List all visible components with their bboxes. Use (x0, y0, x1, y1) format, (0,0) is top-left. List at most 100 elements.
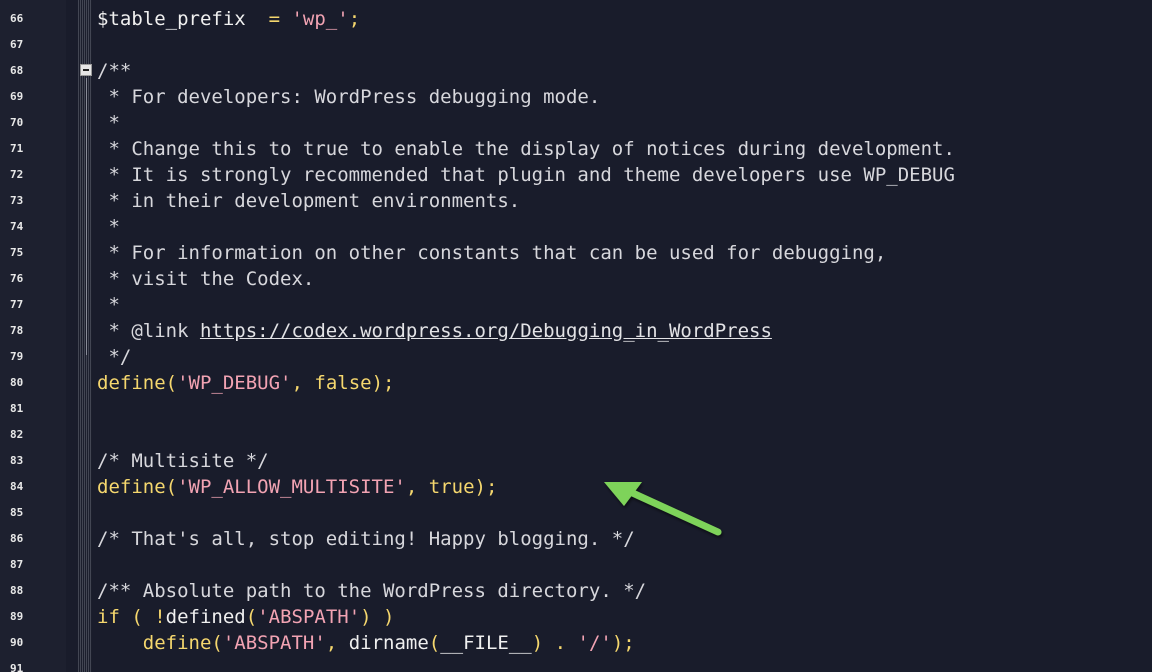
code-token: '/' (577, 632, 612, 654)
code-token: ) . (531, 632, 578, 654)
code-token: $table_prefix (97, 8, 246, 30)
code-text[interactable]: * (97, 214, 120, 240)
code-token: , (405, 476, 429, 498)
code-line[interactable]: 82 (0, 422, 1152, 448)
code-token: 'ABSPATH' (257, 606, 361, 628)
code-token: ( (165, 476, 178, 498)
code-text[interactable]: $table_prefix = 'wp_'; (97, 6, 360, 32)
code-text[interactable]: * For information on other constants tha… (97, 240, 886, 266)
code-token: /** Absolute path to the WordPress direc… (97, 580, 647, 602)
code-token: = (245, 8, 292, 30)
line-number: 76 (10, 272, 24, 285)
code-text[interactable]: * @link https://codex.wordpress.org/Debu… (97, 318, 772, 344)
line-number: 89 (10, 610, 24, 623)
code-line[interactable]: 70 * (0, 110, 1152, 136)
code-line[interactable]: 91 (0, 656, 1152, 672)
code-token: ( (428, 632, 441, 654)
code-token: 'WP_ALLOW_MULTISITE' (177, 476, 406, 498)
code-line[interactable]: 73 * in their development environments. (0, 188, 1152, 214)
code-token: __FILE__ (440, 632, 532, 654)
code-editor[interactable]: 66 $table_prefix = 'wp_'; 67 68 /** 69 * For … (0, 0, 1152, 672)
code-token: ( ! (119, 606, 166, 628)
code-line[interactable]: 79 */ (0, 344, 1152, 370)
code-token: * For information on other constants tha… (97, 242, 887, 264)
code-token: false (314, 372, 372, 394)
code-line[interactable]: 85 (0, 500, 1152, 526)
code-line[interactable]: 67 (0, 32, 1152, 58)
code-text[interactable]: /* Multisite */ (97, 448, 269, 474)
code-line[interactable]: 90 define('ABSPATH', dirname(__FILE__) .… (0, 630, 1152, 656)
line-number: 81 (10, 402, 24, 415)
line-number: 90 (10, 636, 24, 649)
code-token: define (97, 476, 166, 498)
line-number: 85 (10, 506, 24, 519)
code-line[interactable]: 87 (0, 552, 1152, 578)
code-token: /* Multisite */ (97, 450, 269, 472)
code-line[interactable]: 80 define('WP_DEBUG', false); (0, 370, 1152, 396)
code-line[interactable]: 66 $table_prefix = 'wp_'; (0, 6, 1152, 32)
code-token: ) ) (360, 606, 395, 628)
code-text[interactable]: * It is strongly recommended that plugin… (97, 162, 955, 188)
code-token: * (97, 216, 120, 238)
code-token: 'wp_' (291, 8, 349, 30)
code-line[interactable]: 83 /* Multisite */ (0, 448, 1152, 474)
code-text[interactable]: /** (97, 58, 131, 84)
code-token: define (97, 632, 212, 654)
code-line[interactable]: 68 /** (0, 58, 1152, 84)
code-line[interactable]: 86 /* That's all, stop editing! Happy blo… (0, 526, 1152, 552)
code-line[interactable]: 72 * It is strongly recommended that plu… (0, 162, 1152, 188)
code-text[interactable]: */ (97, 344, 131, 370)
code-text[interactable]: * visit the Codex. (97, 266, 314, 292)
code-text[interactable]: define('ABSPATH', dirname(__FILE__) . '/… (97, 630, 635, 656)
code-line[interactable]: 71 * Change this to true to enable the d… (0, 136, 1152, 162)
code-line[interactable]: 84 define('WP_ALLOW_MULTISITE', true); (0, 474, 1152, 500)
code-token: /* That's all, stop editing! Happy blogg… (97, 528, 635, 550)
code-text[interactable]: * (97, 110, 119, 136)
line-number: 78 (10, 324, 24, 337)
code-line[interactable]: 89 if ( !defined('ABSPATH') ) (0, 604, 1152, 630)
code-line[interactable]: 88 /** Absolute path to the WordPress dir… (0, 578, 1152, 604)
code-line[interactable]: 81 (0, 396, 1152, 422)
code-token: dirname (348, 632, 429, 654)
line-number: 71 (10, 142, 24, 155)
line-number: 70 (10, 116, 24, 129)
code-token: defined (165, 606, 246, 628)
code-text[interactable]: if ( !defined('ABSPATH') ) (97, 604, 394, 630)
code-text[interactable]: /* That's all, stop editing! Happy blogg… (97, 526, 635, 552)
code-token: /** (97, 60, 132, 82)
code-text[interactable]: * in their development environments. (97, 188, 520, 214)
code-line[interactable]: 76 * visit the Codex. (0, 266, 1152, 292)
code-token: ; (348, 8, 361, 30)
line-number: 84 (10, 480, 24, 493)
code-line[interactable]: 74 * (0, 214, 1152, 240)
code-token: ); (611, 632, 635, 654)
line-number: 91 (10, 662, 24, 672)
code-token: if (97, 606, 120, 628)
code-text[interactable]: /** Absolute path to the WordPress direc… (97, 578, 646, 604)
line-number: 73 (10, 194, 24, 207)
line-number: 72 (10, 168, 24, 181)
line-number: 83 (10, 454, 24, 467)
code-text[interactable]: * For developers: WordPress debugging mo… (97, 84, 600, 110)
code-line[interactable]: 78 * @link https://codex.wordpress.org/D… (0, 318, 1152, 344)
line-number: 86 (10, 532, 24, 545)
code-token: define (97, 372, 166, 394)
code-token: * It is strongly recommended that plugin… (97, 164, 955, 186)
code-token: , (291, 372, 315, 394)
code-text[interactable]: * (97, 292, 119, 318)
line-number: 66 (10, 12, 24, 25)
code-text[interactable]: define('WP_DEBUG', false); (97, 370, 394, 396)
code-line[interactable]: 69 * For developers: WordPress debugging… (0, 84, 1152, 110)
code-token: * For developers: WordPress debugging mo… (97, 86, 601, 108)
line-number: 74 (10, 220, 24, 233)
code-token: 'ABSPATH' (222, 632, 326, 654)
code-line[interactable]: 75 * For information on other constants … (0, 240, 1152, 266)
line-number: 68 (10, 64, 24, 77)
codex-link[interactable]: https://codex.wordpress.org/Debugging_in… (200, 320, 772, 342)
code-text[interactable]: define('WP_ALLOW_MULTISITE', true); (97, 474, 497, 500)
code-token: true (428, 476, 475, 498)
code-text[interactable]: * Change this to true to enable the disp… (97, 136, 955, 162)
code-token: ( (245, 606, 258, 628)
line-number: 75 (10, 246, 24, 259)
code-line[interactable]: 77 * (0, 292, 1152, 318)
